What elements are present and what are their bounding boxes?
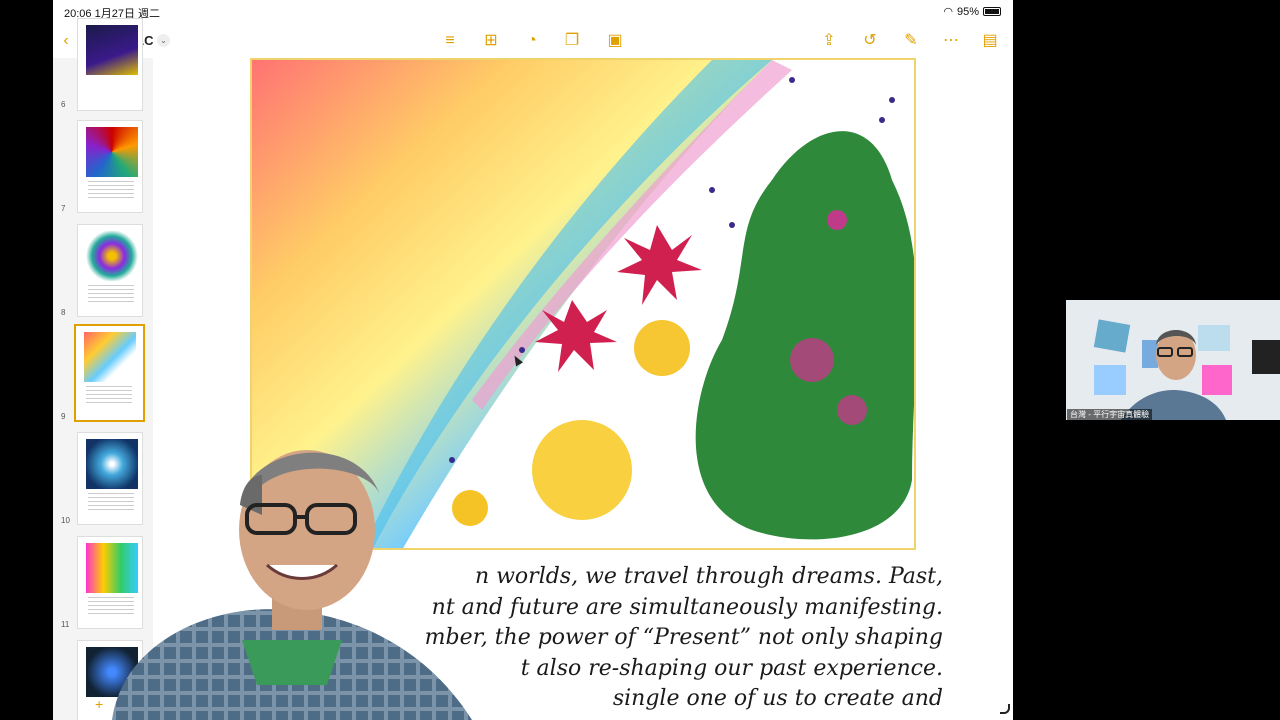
page-thumbnail-selected[interactable] (74, 324, 145, 422)
app-toolbar: ‹ ▭ VAC ⌄ ≡ ⊞ ◔ ❐ ▣ ⇪ ↺ ✎ ⋯ ▤ (53, 24, 1013, 58)
page-number: 7 (61, 204, 66, 213)
video-feed (1066, 300, 1280, 420)
list-icon[interactable]: ≡ (439, 30, 461, 52)
video-call-tile[interactable] (1066, 300, 1280, 420)
share-icon[interactable]: ⇪ (818, 30, 840, 52)
more-icon[interactable]: ⋯ (940, 30, 962, 52)
battery-icon (983, 7, 1001, 16)
status-bar: 20:06 1月27日 週二 ◠ 95% (53, 0, 1013, 24)
wifi-icon: ◠ (943, 6, 953, 18)
page-number: 8 (61, 308, 66, 317)
page-number: 11 (61, 620, 70, 629)
undo-icon[interactable]: ↺ (859, 30, 881, 52)
page-number: 9 (61, 412, 66, 421)
table-icon[interactable]: ⊞ (480, 30, 502, 52)
page-thumbnail[interactable] (77, 18, 143, 111)
page-thumbnail[interactable] (77, 120, 143, 213)
page-thumbnail[interactable] (77, 224, 143, 317)
format-brush-icon[interactable]: ✎ (900, 30, 922, 52)
battery-percent: 95% (956, 5, 979, 18)
page-number: 10 (61, 516, 70, 525)
presenter-overlay (112, 450, 472, 720)
chart-icon[interactable]: ◔ (521, 30, 543, 52)
back-chevron-icon[interactable]: ‹ (55, 30, 77, 52)
document-setup-icon[interactable]: ▤ (979, 30, 1001, 52)
add-page-button[interactable]: + (95, 696, 103, 712)
page-number: 6 (61, 100, 66, 109)
title-menu-chevron-icon[interactable]: ⌄ (157, 34, 170, 47)
media-icon[interactable]: ▣ (604, 30, 626, 52)
shapes-icon[interactable]: ❐ (561, 30, 583, 52)
status-right: ◠ 95% (943, 5, 1001, 18)
video-participant-label: 台灣 - 平行宇宙真體驗 (1067, 409, 1153, 420)
